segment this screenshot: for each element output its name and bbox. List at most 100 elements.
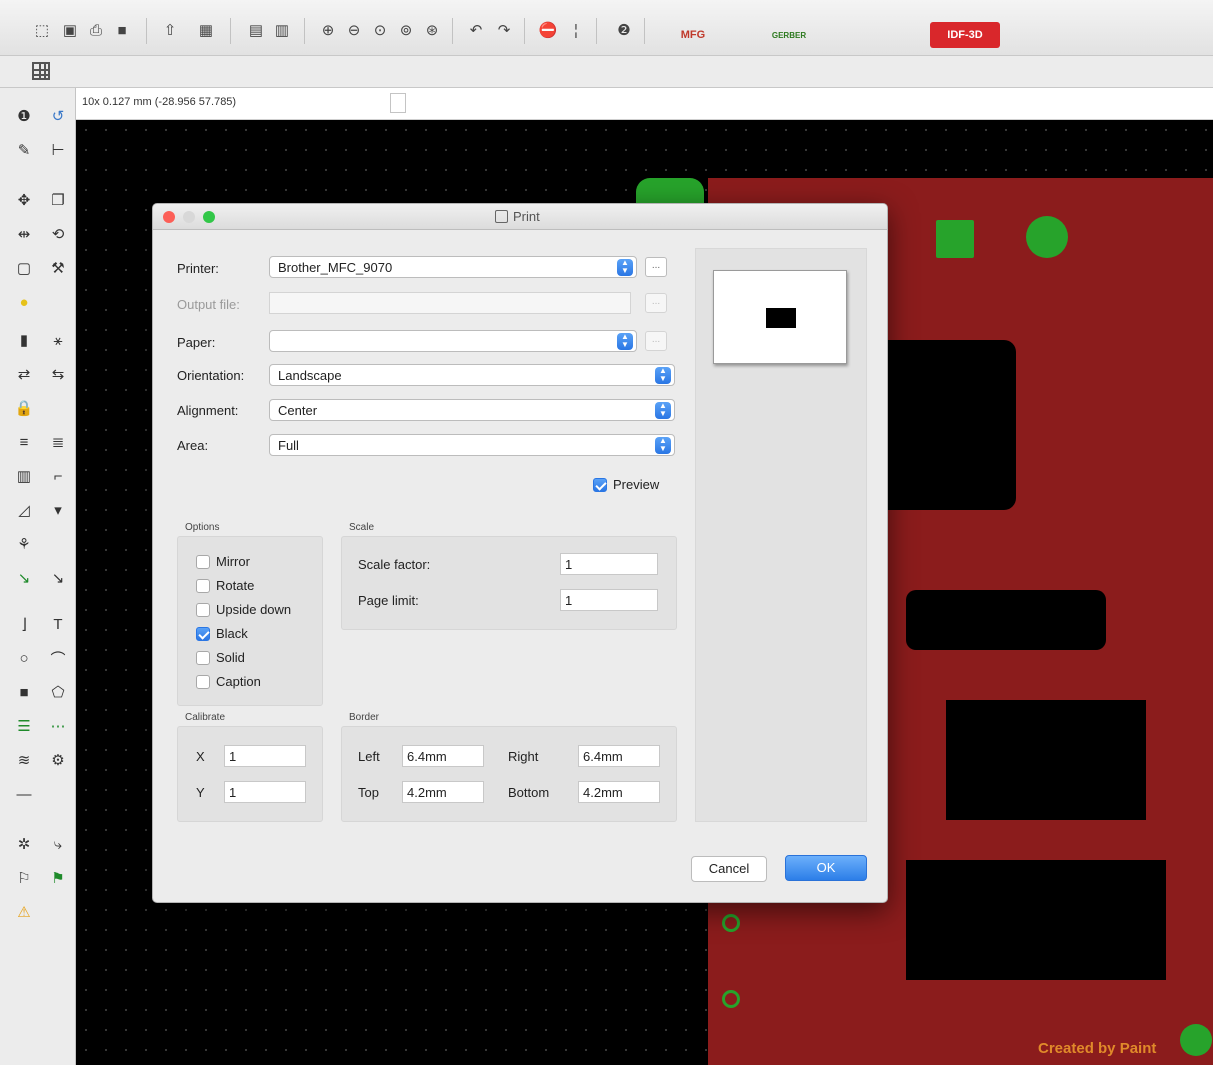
scripting-icon[interactable]: ❷ [614,20,634,40]
zoom-out-icon[interactable]: ⊖ [344,20,364,40]
warning-icon[interactable]: ⚠ [14,902,34,922]
route-diff-icon[interactable]: ↘ [48,568,68,588]
redo-icon[interactable]: ↷ [494,20,514,40]
border-right-field[interactable]: 6.4mm [578,745,660,767]
alignment-value: Center [278,403,318,418]
erc-icon[interactable]: ⚐ [14,868,34,888]
signal-icon[interactable]: ⋯ [48,716,68,736]
rotate-icon[interactable]: ⟲ [48,224,68,244]
pencil-icon[interactable]: ✎ [14,140,34,160]
zoom-fit-icon[interactable]: ⊚ [396,20,416,40]
group-icon[interactable]: ▢ [14,258,34,278]
paper-label: Paper: [177,335,216,350]
border-left-field[interactable]: 6.4mm [402,745,484,767]
mfg-badge-button[interactable]: MFG [658,22,728,48]
orientation-select[interactable]: Landscape ▲ ▼ [269,364,675,386]
text-icon[interactable]: T [48,614,68,634]
border-top-label: Top [358,785,379,800]
command-input[interactable] [390,93,406,113]
cancel-button[interactable]: Cancel [691,856,767,882]
ok-button[interactable]: OK [785,855,867,881]
border-top-field[interactable]: 4.2mm [402,781,484,803]
route-icon[interactable]: ↺ [48,106,68,126]
upside-down-checkbox[interactable] [196,603,210,617]
wire-icon[interactable]: ↘ [14,568,34,588]
ruler-icon[interactable]: ⊢ [48,140,68,160]
zoom-selection-icon[interactable]: ⊛ [422,20,442,40]
zoom-in-icon[interactable]: ⊕ [318,20,338,40]
undo-icon[interactable]: ↶ [466,20,486,40]
via-icon[interactable]: ☰ [14,716,34,736]
paper-select[interactable]: ▲ ▼ [269,330,637,352]
import-icon[interactable]: ⇧ [160,20,180,40]
area-select[interactable]: Full ▲ ▼ [269,434,675,456]
attribute-icon[interactable]: ⚙ [48,750,68,770]
delete-icon[interactable]: ▮ [14,330,34,350]
highlight-icon[interactable]: ● [14,292,34,312]
smash-icon[interactable]: ⇆ [48,364,68,384]
grid-icon[interactable] [32,62,50,80]
minimize-button[interactable] [183,211,195,223]
border-bottom-field[interactable]: 4.2mm [578,781,660,803]
paste-icon[interactable]: ≣ [48,432,68,452]
polygon-icon[interactable]: ⬠ [48,682,68,702]
move-icon[interactable]: ✥ [14,190,34,210]
lock-icon[interactable]: 🔒 [14,398,34,418]
line-icon[interactable]: ⌋ [14,614,34,634]
replace-icon[interactable]: ▥ [14,466,34,486]
meander-icon[interactable]: ⌐ [48,466,68,486]
copy-icon[interactable]: ❐ [48,190,68,210]
page-limit-field[interactable]: 1 [560,589,658,611]
circle-icon[interactable]: ○ [14,648,34,668]
idf-3d-button[interactable]: IDF-3D [930,22,1000,48]
layers-icon[interactable]: ▤ [246,20,266,40]
calibrate-y-field[interactable]: 1 [224,781,306,803]
alignment-label: Alignment: [177,403,239,418]
split-icon[interactable]: ⚹ [48,330,68,350]
miter-icon[interactable]: ◿ [14,500,34,520]
mirror-checkbox[interactable] [196,555,210,569]
zoom-redraw-icon[interactable]: ⊙ [370,20,390,40]
scale-factor-field[interactable]: 1 [560,553,658,575]
drc-check-icon[interactable]: ⚑ [48,868,68,888]
orientation-value: Landscape [278,368,342,383]
rotate-checkbox[interactable] [196,579,210,593]
autorouter-icon[interactable]: ⤷ [48,834,68,854]
gerber-badge-button[interactable]: GERBER [760,22,818,48]
caption-checkbox[interactable] [196,675,210,689]
dropdown-icon[interactable]: ▾ [48,500,68,520]
mirror-icon[interactable]: ⇹ [14,224,34,244]
change-icon[interactable]: ≡ [14,432,34,452]
hole-icon[interactable]: ≋ [14,750,34,770]
mode-icon[interactable]: ¦ [566,20,586,40]
ratsnest-icon[interactable]: ✲ [14,834,34,854]
arc-icon[interactable]: ⌒ [48,648,68,668]
save-icon[interactable]: ▣ [60,20,80,40]
printer-properties-button[interactable]: ... [645,257,667,277]
output-file-field[interactable] [269,292,631,314]
new-file-icon[interactable]: ⬚ [32,20,52,40]
optimize-icon[interactable]: ⇄ [14,364,34,384]
rect-icon[interactable]: ■ [14,682,34,702]
chevron-updown-icon: ▲ ▼ [655,367,671,384]
netlist-icon[interactable]: ▦ [196,20,216,40]
area-value: Full [278,438,299,453]
print-icon[interactable]: ⎙ [86,20,106,40]
plot-icon[interactable]: ■ [112,20,132,40]
paper-options-button[interactable]: ... [645,331,667,351]
dimension-icon[interactable]: — [14,784,34,804]
layers-copper-icon[interactable]: ▥ [272,20,292,40]
zoom-button[interactable] [203,211,215,223]
close-button[interactable] [163,211,175,223]
calibrate-x-field[interactable]: 1 [224,745,306,767]
ripup-icon[interactable]: ⚘ [14,534,34,554]
alignment-select[interactable]: Center ▲ ▼ [269,399,675,421]
black-checkbox[interactable] [196,627,210,641]
printer-select[interactable]: Brother_MFC_9070 ▲ ▼ [269,256,637,278]
info-icon[interactable]: ❶ [14,106,34,126]
output-file-browse-button[interactable]: ... [645,293,667,313]
preview-checkbox[interactable] [593,478,607,492]
solid-checkbox[interactable] [196,651,210,665]
wrench-icon[interactable]: ⚒ [48,258,68,278]
drc-icon[interactable]: ⛔ [538,20,558,40]
